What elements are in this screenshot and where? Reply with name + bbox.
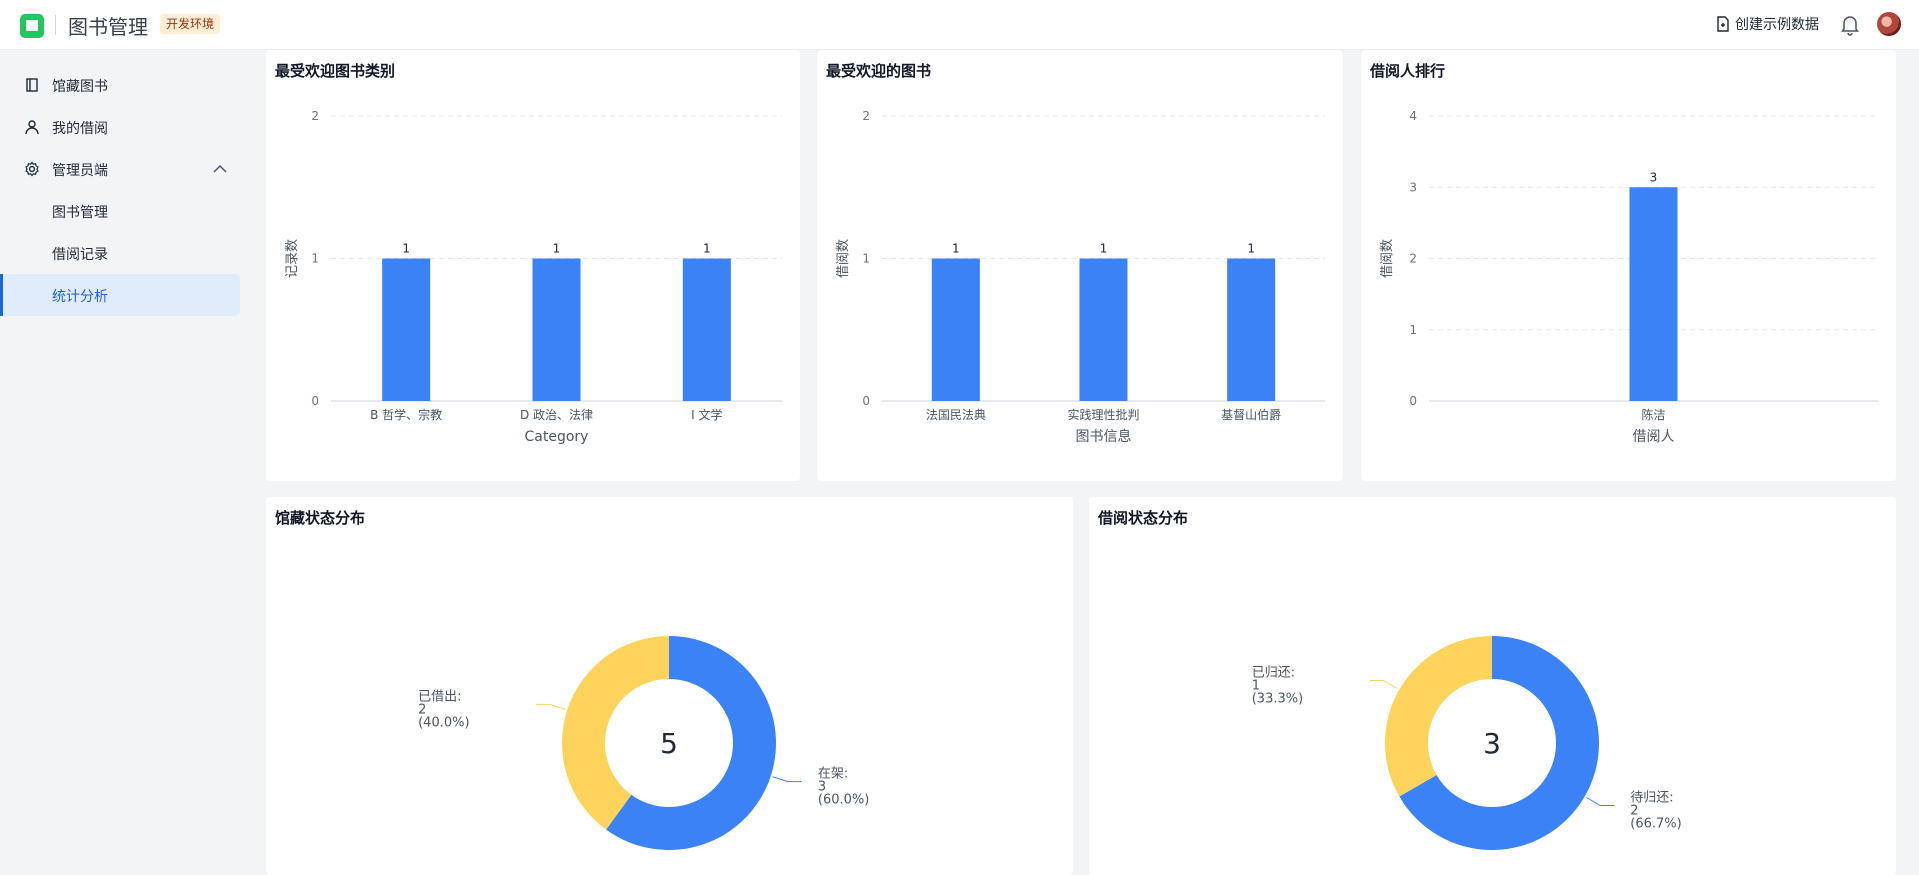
y-tick-label: 2: [1409, 252, 1417, 266]
x-tick-label: 基督山伯爵: [1221, 407, 1281, 422]
data-label: 1: [1100, 242, 1108, 256]
sidebar-item-label: 馆藏图书: [52, 79, 108, 95]
y-tick-label: 1: [862, 252, 870, 266]
sidebar-item-label: 管理员端: [52, 163, 108, 179]
slice-label-line: (33.3%): [1252, 692, 1303, 707]
collection-status-card: 馆藏状态分布 在架: 3 (60.0%) 已借出: 2 (40.0%) 5: [266, 497, 1073, 875]
sidebar-item-borrow-records[interactable]: 借阅记录: [0, 232, 240, 274]
y-axis-label: 借阅数: [836, 239, 851, 278]
sidebar-item-label: 统计分析: [52, 289, 108, 305]
x-axis-label: Category: [525, 429, 589, 445]
create-sample-data-button[interactable]: 创建示例数据: [1716, 12, 1819, 36]
gear-icon: [25, 161, 39, 177]
user-icon: [25, 120, 39, 135]
x-tick-label: D 政治、法律: [520, 408, 593, 422]
label-leader-line: [1369, 680, 1398, 689]
bar: [682, 258, 731, 401]
x-tick-label: I 文学: [691, 407, 722, 422]
popular-books-card: 最受欢迎的图书 0 1 2 1 法国民法典 1 实践理性批判 1 基督山伯爵 图书信息 借阅数: [817, 50, 1343, 481]
avatar[interactable]: [1877, 12, 1901, 36]
bar: [1227, 258, 1276, 401]
pie-slice: [1385, 636, 1492, 797]
slice-label-line: (60.0%): [818, 793, 869, 808]
label-leader-line: [536, 703, 566, 710]
y-tick-label: 4: [1409, 109, 1417, 123]
sidebar-item-label: 我的借阅: [52, 121, 108, 137]
data-label: 1: [1247, 242, 1255, 256]
sidebar-item-admin[interactable]: 管理员端: [0, 148, 240, 190]
slice-label-line: (40.0%): [418, 715, 469, 730]
pie-center-total: 5: [660, 727, 678, 760]
sidebar-item-label: 借阅记录: [52, 247, 108, 263]
y-tick-label: 3: [1409, 180, 1417, 194]
borrower-ranking-card: 借阅人排行 0 1 2 3 4 3 陈洁 借阅人 借阅数: [1361, 50, 1896, 481]
x-tick-label: 陈洁: [1641, 407, 1665, 422]
y-axis-label: 借阅数: [1380, 239, 1395, 278]
book-icon: [26, 78, 38, 92]
slice-label: 已归还: 1 (33.3%): [1252, 666, 1303, 707]
top-bar: 图书管理 开发环境 创建示例数据: [0, 0, 1919, 50]
sidebar-item-collection[interactable]: 馆藏图书: [0, 64, 240, 106]
y-tick-label: 2: [311, 109, 319, 123]
y-tick-label: 1: [311, 252, 319, 266]
borrow-status-chart: 待归还: 2 (66.7%) 已归还: 1 (33.3%) 3: [1252, 636, 1682, 850]
y-tick-label: 0: [311, 394, 319, 408]
data-label: 1: [703, 242, 711, 256]
slice-label: 已借出: 2 (40.0%): [418, 689, 469, 730]
env-badge: 开发环境: [160, 14, 221, 34]
sidebar-item-statistics[interactable]: 统计分析: [0, 274, 240, 316]
popular-categories-chart: 0 1 2 1 B 哲学、宗教 1 D 政治、法律 1 I 文学 Category 记录数: [285, 109, 782, 445]
sidebar-item-my-borrows[interactable]: 我的借阅: [0, 106, 240, 148]
popular-categories-card: 最受欢迎图书类别 0121B 哲学、宗教 1 D 政治、法律 1 I 文学 Categor…: [266, 50, 800, 481]
sidebar-item-book-management[interactable]: 图书管理: [0, 190, 240, 232]
x-tick-label: 实践理性批判: [1067, 407, 1139, 422]
book-logo-icon[interactable]: [20, 14, 44, 38]
bar: [1079, 258, 1128, 401]
label-leader-line: [1586, 797, 1615, 806]
bar: [1629, 187, 1678, 401]
chevron-up-icon[interactable]: [212, 162, 228, 176]
collection-status-chart: 在架: 3 (60.0%) 已借出: 2 (40.0%) 5: [418, 636, 869, 850]
label-leader-line: [772, 776, 802, 783]
borrower-ranking-chart: 0 1 2 3 4 3 陈洁借阅人 借阅数: [1380, 109, 1878, 445]
bar: [931, 258, 980, 401]
bar: [382, 258, 431, 401]
x-tick-label: 法国民法典: [926, 408, 986, 422]
borrow-status-card: 借阅状态分布 待归还: 2 (66.7%) 已归还: 1 (33.3%) 3: [1089, 497, 1896, 875]
y-tick-label: 0: [862, 394, 870, 408]
y-tick-label: 0: [1409, 394, 1417, 408]
popular-books-chart: 0 1 2 1 法国民法典 1 实践理性批判 1 基督山伯爵图书信息 借阅数: [836, 109, 1325, 445]
pie-slice: [561, 636, 669, 830]
slice-label: 在架: 3 (60.0%): [818, 767, 869, 808]
y-tick-label: 2: [862, 109, 870, 123]
data-label: 1: [952, 242, 960, 256]
x-axis-label: 图书信息: [1076, 428, 1132, 445]
file-plus-icon: [1717, 16, 1729, 32]
data-label: 3: [1650, 170, 1658, 184]
y-tick-label: 1: [1409, 323, 1417, 337]
y-axis-label: 记录数: [285, 239, 300, 278]
create-sample-data-label: 创建示例数据: [1735, 17, 1819, 33]
sidebar-item-label: 图书管理: [52, 205, 108, 221]
x-axis-label: 借阅人: [1633, 429, 1675, 445]
slice-label-line: (66.7%): [1630, 817, 1681, 832]
data-label: 1: [402, 242, 410, 256]
bell-icon[interactable]: [1840, 14, 1860, 36]
app-title: 图书管理: [68, 15, 148, 39]
slice-label: 待归还: 2 (66.7%): [1630, 791, 1681, 832]
divider: [55, 15, 56, 35]
bar: [532, 258, 581, 401]
data-label: 1: [553, 242, 561, 256]
x-tick-label: B 哲学、宗教: [370, 407, 442, 422]
pie-center-total: 3: [1483, 727, 1501, 760]
sidebar: 馆藏图书 我的借阅 管理员端 图书管理 借阅记录 统计分析: [0, 50, 245, 875]
